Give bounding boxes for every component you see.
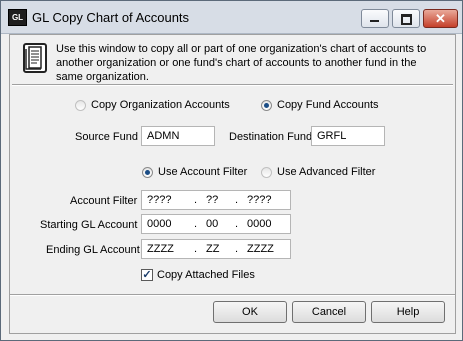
maximize-icon (401, 14, 412, 25)
minimize-button[interactable] (361, 9, 389, 28)
divider (12, 84, 453, 86)
segment-2: ?? (206, 194, 219, 206)
dialog-window: GL GL Copy Chart of Accounts ✕ Use this … (0, 0, 463, 341)
separator: . (194, 218, 198, 230)
starting-gl-account-label: Starting GL Account (40, 219, 138, 231)
use-account-filter-radio[interactable] (142, 167, 153, 178)
ending-gl-account-label: Ending GL Account (46, 244, 140, 256)
copy-attached-files-checkbox[interactable]: ✓ (141, 269, 153, 281)
use-advanced-filter-label[interactable]: Use Advanced Filter (277, 166, 375, 178)
starting-gl-account-input[interactable]: 0000 . 00 . 0000 (141, 214, 291, 234)
copy-organization-radio[interactable] (75, 100, 86, 111)
copy-fund-label[interactable]: Copy Fund Accounts (277, 99, 379, 111)
info-text: Use this window to copy all or part of o… (56, 43, 427, 83)
maximize-button[interactable] (392, 9, 420, 28)
close-button[interactable]: ✕ (423, 9, 458, 28)
account-filter-input[interactable]: ???? . ?? . ???? (141, 190, 291, 210)
help-button[interactable]: Help (371, 301, 445, 323)
account-filter-label: Account Filter (70, 195, 138, 207)
use-account-filter-label[interactable]: Use Account Filter (158, 166, 247, 178)
separator: . (235, 218, 239, 230)
segment-1: 0000 (147, 218, 172, 230)
separator: . (194, 243, 198, 255)
copy-attached-files-label[interactable]: Copy Attached Files (157, 269, 255, 281)
separator: . (235, 243, 239, 255)
segment-2: 00 (206, 218, 219, 230)
separator: . (235, 194, 239, 206)
ending-gl-account-input[interactable]: ZZZZ . ZZ . ZZZZ (141, 239, 291, 259)
segment-1: ZZZZ (147, 243, 174, 255)
dialog-content: Use this window to copy all or part of o… (9, 34, 456, 334)
minimize-icon (370, 20, 379, 22)
segment-1: ???? (147, 194, 172, 206)
segment-3: ???? (247, 194, 272, 206)
segment-3: 0000 (247, 218, 272, 230)
copy-organization-label[interactable]: Copy Organization Accounts (91, 99, 230, 111)
button-divider (10, 294, 455, 296)
destination-fund-label: Destination Fund (229, 131, 313, 143)
close-icon: ✕ (435, 11, 446, 26)
copy-fund-radio[interactable] (261, 100, 272, 111)
document-icon (23, 43, 47, 73)
ok-button[interactable]: OK (213, 301, 287, 323)
title-bar[interactable]: GL GL Copy Chart of Accounts ✕ (1, 1, 462, 34)
cancel-button[interactable]: Cancel (292, 301, 366, 323)
segment-3: ZZZZ (247, 243, 274, 255)
segment-2: ZZ (206, 243, 220, 255)
gl-app-icon: GL (8, 9, 27, 26)
source-fund-label: Source Fund (75, 131, 138, 143)
use-advanced-filter-radio[interactable] (261, 167, 272, 178)
window-title: GL Copy Chart of Accounts (32, 10, 190, 25)
separator: . (194, 194, 198, 206)
destination-fund-input[interactable]: GRFL (311, 126, 385, 146)
source-fund-input[interactable]: ADMN (141, 126, 215, 146)
